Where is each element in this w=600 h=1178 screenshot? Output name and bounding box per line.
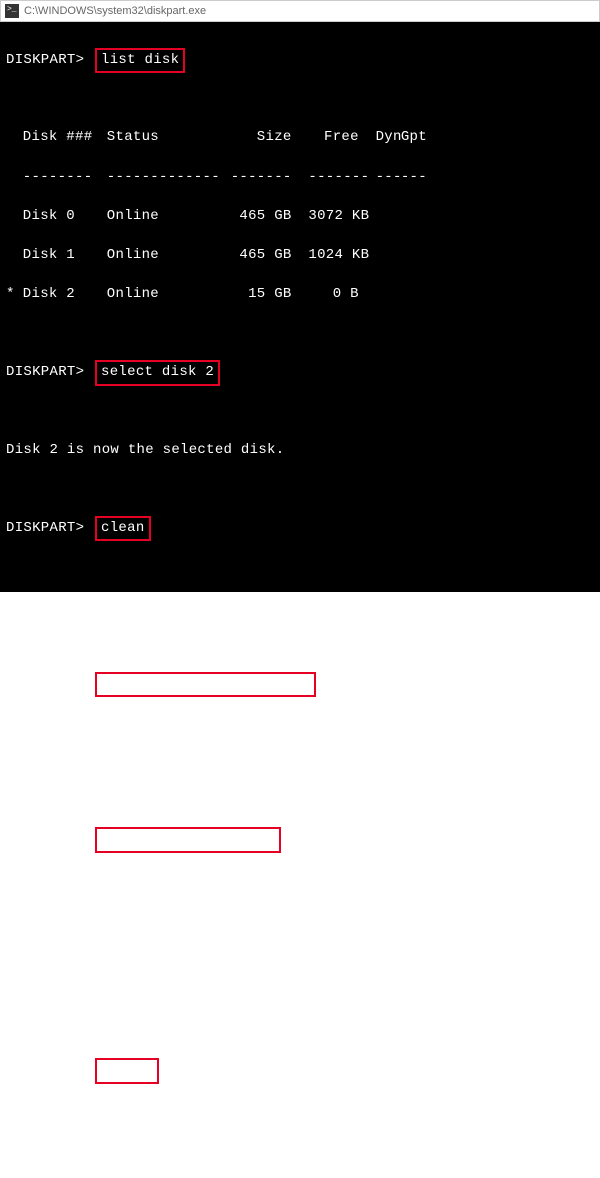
terminal-output[interactable]: DISKPART> list disk Disk ###StatusSizeFr… (0, 22, 600, 592)
prompt: DISKPART> (6, 1062, 84, 1078)
command-assign: assign (95, 1058, 159, 1084)
command-create-partition: create partition primary (95, 672, 316, 698)
table-row: Disk 1Online465 GB1024 KB (6, 246, 594, 266)
title-bar[interactable]: C:\WINDOWS\system32\diskpart.exe (0, 0, 600, 22)
table-header: Disk ###StatusSizeFreeDynGpt (6, 128, 594, 148)
command-format: Format fs=NTFS Quick (95, 827, 281, 853)
col-size: Size (224, 128, 291, 148)
msg-created: DiskPart succeeded in creating the speci… (6, 752, 594, 772)
prompt: DISKPART> (6, 364, 84, 380)
col-dyn: Dyn (359, 128, 401, 148)
table-separator: ----------------------------------------… (6, 168, 594, 188)
prompt: DISKPART> (6, 52, 84, 68)
msg-assigned: DiskPart successfully assigned the drive… (6, 1139, 594, 1159)
msg-progress: 100 percent completed (6, 908, 594, 928)
prompt: DISKPART> (6, 831, 84, 847)
msg-cleaned: DiskPart succeeded in cleaning the disk. (6, 597, 594, 617)
msg-selected: Disk 2 is now the selected disk. (6, 441, 594, 461)
command-select-disk: select disk 2 (95, 360, 220, 386)
msg-formatted: DiskPart successfully formatted the volu… (6, 983, 594, 1003)
table-row: Disk 0Online465 GB3072 KB (6, 207, 594, 227)
window-title: C:\WINDOWS\system32\diskpart.exe (24, 5, 206, 17)
col-gpt: Gpt (401, 128, 443, 148)
command-clean: clean (95, 516, 151, 542)
command-list-disk: list disk (95, 48, 185, 74)
col-status: Status (107, 128, 225, 148)
col-free: Free (292, 128, 359, 148)
prompt: DISKPART> (6, 676, 84, 692)
col-disk: Disk ### (23, 128, 107, 148)
prompt: DISKPART> (6, 520, 84, 536)
console-icon (5, 4, 19, 18)
table-row: *Disk 2Online15 GB0 B (6, 285, 594, 305)
